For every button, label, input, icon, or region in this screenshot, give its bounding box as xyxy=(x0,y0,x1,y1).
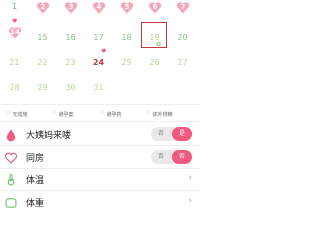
calendar-day[interactable]: 15 xyxy=(29,25,56,49)
weight-row[interactable]: 体重 › xyxy=(0,191,200,213)
heart-icon: 3 xyxy=(64,1,78,15)
toggle-option-selected[interactable]: 否 xyxy=(172,150,192,164)
calendar-day[interactable]: 14 xyxy=(1,25,28,49)
heart-icon: 2 xyxy=(36,1,50,15)
calendar-day[interactable]: 30 xyxy=(57,79,84,103)
calendar-day[interactable]: 31 xyxy=(85,79,112,103)
calendar-day[interactable]: 3 xyxy=(57,0,84,24)
chevron-right-icon: › xyxy=(188,196,192,206)
calendar-day[interactable]: 5 xyxy=(113,0,140,24)
scale-icon xyxy=(4,195,18,209)
calendar-day[interactable]: 26 xyxy=(141,52,168,76)
heart-icon: 14 xyxy=(8,26,22,40)
temperature-row[interactable]: 体温 › xyxy=(0,168,200,190)
toggle-option-no[interactable]: 否 xyxy=(151,127,171,141)
heart-icon: 6 xyxy=(148,1,162,15)
heart-outline-icon: ♡ xyxy=(146,111,151,117)
calendar-day[interactable]: 28 xyxy=(1,79,28,103)
heart-outline-icon xyxy=(4,150,18,164)
heart-outline-icon: ♡ xyxy=(52,111,57,117)
heart-icon: 4 xyxy=(92,1,106,15)
legend-item: ♡ 避孕药 xyxy=(100,111,122,119)
leaf-icon: ✿ xyxy=(156,41,162,48)
calendar-day[interactable]: 20 xyxy=(169,25,196,49)
calendar-grid: 1 2 3 4 5 6 7 ♥ ♥ 14 15 16 17 18 19 ✿ 20… xyxy=(0,0,200,97)
calendar-day[interactable]: 23 xyxy=(57,52,84,76)
calendar-day[interactable]: 2 xyxy=(29,0,56,24)
calendar-day[interactable]: 17 xyxy=(85,25,112,49)
legend-item: ♡ 体外排精 xyxy=(146,111,173,119)
calendar-day[interactable]: 4 xyxy=(85,0,112,24)
toggle-option-no[interactable]: 否 xyxy=(151,150,171,164)
period-row: 大姨妈来喽 否 是 xyxy=(0,123,200,145)
calendar-day[interactable]: 18 xyxy=(113,25,140,49)
calendar-day-today[interactable]: 24 xyxy=(85,52,112,76)
heart-icon: 7 xyxy=(176,1,190,15)
calendar-day[interactable]: 21 xyxy=(1,52,28,76)
thermometer-icon xyxy=(4,172,18,186)
divider xyxy=(0,121,200,122)
calendar-day[interactable]: 6 xyxy=(141,0,168,24)
period-toggle[interactable]: 否 是 xyxy=(151,127,192,141)
intimacy-row: 同房 否 否 xyxy=(0,146,200,168)
calendar-day[interactable]: 22 xyxy=(29,52,56,76)
calendar-day[interactable]: 29 xyxy=(29,79,56,103)
intimacy-toggle[interactable]: 否 否 xyxy=(151,150,192,164)
calendar-day[interactable]: 25 xyxy=(113,52,140,76)
calendar-day-selected[interactable]: 19 ✿ xyxy=(141,22,168,49)
calendar-day[interactable]: 16 xyxy=(57,25,84,49)
calendar-day[interactable]: 7 xyxy=(169,0,196,24)
heart-icon: 5 xyxy=(120,1,134,15)
heart-outline-icon: ♡ xyxy=(6,111,11,117)
drop-icon xyxy=(4,127,18,142)
contraception-legend: ♡ 无措施 ♡ 避孕套 ♡ 避孕药 ♡ 体外排精 xyxy=(0,109,200,121)
legend-item: ♡ 无措施 xyxy=(6,111,28,119)
chevron-right-icon: › xyxy=(188,173,192,183)
toggle-option-yes[interactable]: 是 xyxy=(172,127,192,141)
legend-item: ♡ 避孕套 xyxy=(52,111,74,119)
divider xyxy=(0,104,200,105)
heart-outline-icon: ♡ xyxy=(100,111,105,117)
small-heart-icon: ♥ xyxy=(12,18,18,25)
calendar-day[interactable]: 27 xyxy=(169,52,196,76)
